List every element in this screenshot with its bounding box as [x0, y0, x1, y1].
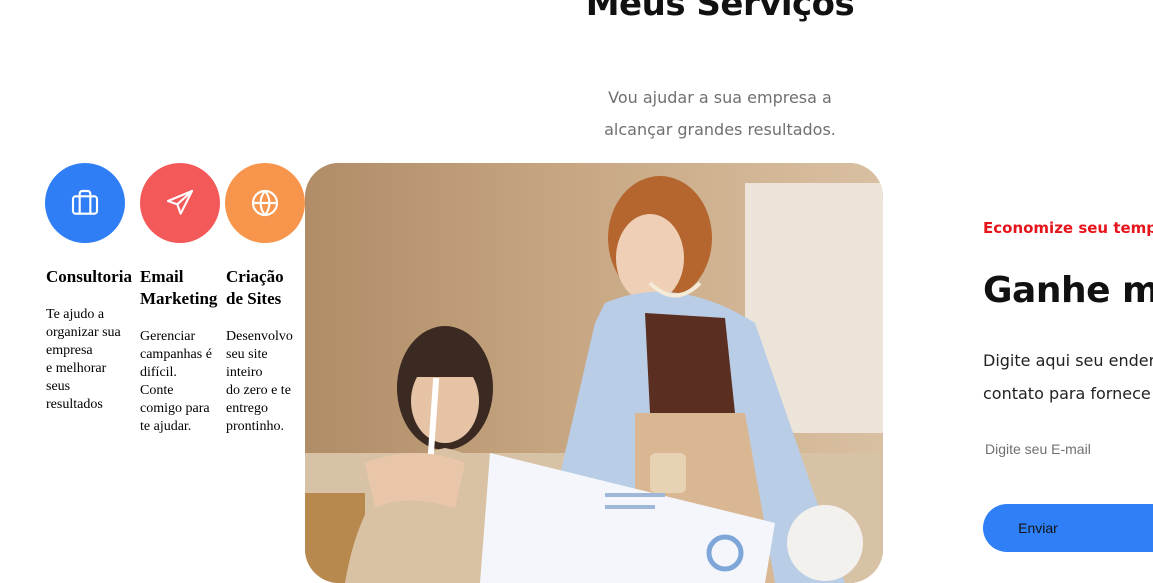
service-description-criacao-de-sites: Desenvolvo seu site inteiro do zero e te…	[226, 329, 293, 434]
service-description-consultoria: Te ajudo a organizar sua empresa e melho…	[46, 307, 121, 412]
newsletter-title: Ganhe me	[983, 270, 1153, 311]
services-subtitle-line-1: Vou ajudar a sua empresa a	[608, 88, 832, 107]
service-title-consultoria: Consultoria	[46, 267, 132, 286]
services-subtitle: Vou ajudar a sua empresa a alcançar gran…	[580, 82, 860, 146]
newsletter-eyebrow: Economize seu temp	[983, 219, 1153, 237]
services-title: Meus Serviços	[585, 0, 855, 24]
paper-plane-icon	[140, 163, 220, 243]
globe-icon	[225, 163, 305, 243]
send-button[interactable]: Enviar	[983, 504, 1153, 552]
newsletter-description: Digite aqui seu ender contato para forne…	[983, 351, 1153, 403]
team-meeting-photo	[305, 163, 883, 583]
briefcase-icon	[45, 163, 125, 243]
service-title-criacao-de-sites: Criação de Sites	[226, 267, 284, 308]
service-title-email-marketing: Email Marketing	[140, 267, 218, 308]
service-description-email-marketing: Gerenciar campanhas é difícil. Conte com…	[140, 329, 212, 434]
services-subtitle-line-2: alcançar grandes resultados.	[604, 120, 836, 139]
email-input[interactable]	[983, 432, 1153, 466]
